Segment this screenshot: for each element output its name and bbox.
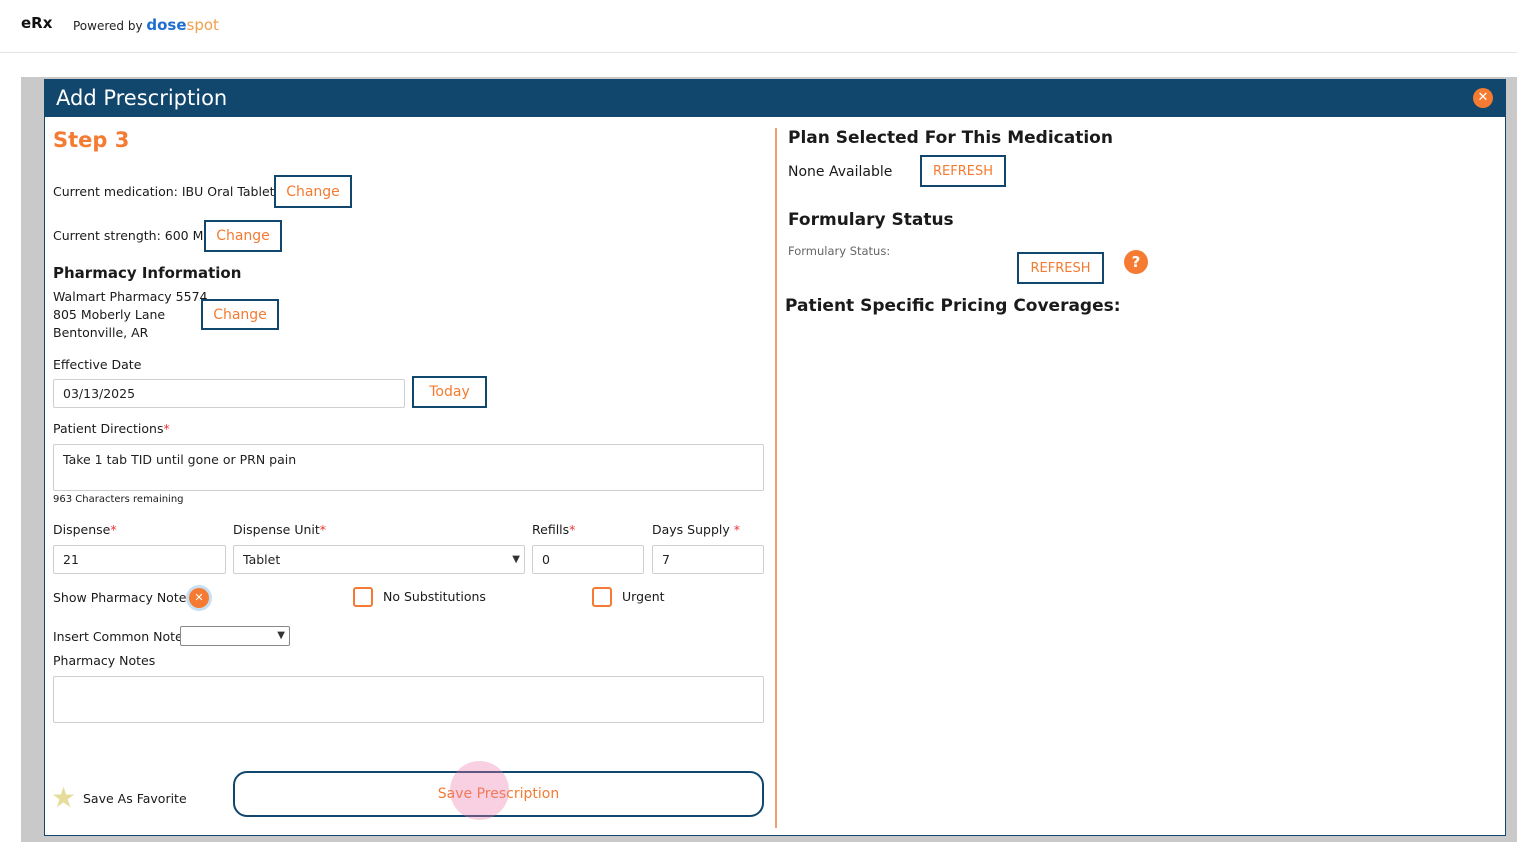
chars-remaining: 963 Characters remaining: [53, 494, 184, 505]
urgent-label: Urgent: [622, 589, 665, 604]
pharmacy-notes-textarea[interactable]: [53, 676, 764, 723]
pharmacy-info-heading: Pharmacy Information: [53, 264, 242, 282]
powered-by: Powered by dosespot: [73, 16, 219, 34]
add-prescription-modal: Add Prescription ✕ Step 3 Current medica…: [44, 79, 1506, 836]
current-strength: Current strength: 600 MG: [53, 228, 214, 243]
dispense-input[interactable]: 21: [53, 545, 226, 574]
refresh-plan-button[interactable]: REFRESH: [920, 155, 1006, 187]
column-divider: [775, 128, 777, 828]
star-icon[interactable]: ★: [51, 784, 76, 812]
directions-textarea[interactable]: Take 1 tab TID until gone or PRN pain: [53, 444, 764, 491]
pharmacy-notes-label: Pharmacy Notes: [53, 653, 156, 668]
dispense-unit-select[interactable]: Tablet ▼: [233, 545, 525, 574]
pricing-heading: Patient Specific Pricing Coverages:: [785, 296, 1121, 316]
plan-value: None Available: [788, 164, 893, 180]
pharmacy-street: 805 Moberly Lane: [53, 307, 166, 322]
pharmacy-city: Bentonville, AR: [53, 325, 149, 340]
directions-label: Patient Directions*: [53, 421, 170, 436]
app-brand: eRx: [21, 14, 53, 32]
pharmacy-name: Walmart Pharmacy 5574: [53, 289, 208, 304]
change-medication-button[interactable]: Change: [274, 175, 352, 208]
step-title: Step 3: [53, 128, 130, 152]
save-prescription-button[interactable]: Save Prescription: [233, 771, 764, 817]
urgent-checkbox[interactable]: [592, 587, 612, 607]
formulary-heading: Formulary Status: [788, 210, 954, 230]
days-supply-input[interactable]: 7: [652, 545, 764, 574]
help-icon[interactable]: ?: [1124, 250, 1148, 274]
dispense-label: Dispense*: [53, 522, 117, 537]
insert-note-label: Insert Common Note:: [53, 629, 187, 644]
show-notes-toggle[interactable]: ✕: [189, 588, 209, 608]
close-icon[interactable]: ✕: [1473, 88, 1493, 108]
powered-by-text: Powered by: [73, 19, 143, 33]
refills-label: Refills*: [532, 522, 576, 537]
save-favorite-label: Save As Favorite: [83, 791, 187, 806]
chevron-down-icon: ▼: [277, 630, 285, 641]
modal-title: Add Prescription: [56, 86, 228, 110]
effective-date-input[interactable]: 03/13/2025: [53, 379, 405, 408]
change-pharmacy-button[interactable]: Change: [201, 299, 279, 330]
chevron-down-icon: ▼: [512, 554, 520, 565]
no-substitutions-label: No Substitutions: [383, 589, 486, 604]
no-substitutions-checkbox[interactable]: [353, 587, 373, 607]
plan-heading: Plan Selected For This Medication: [788, 128, 1113, 148]
formulary-label: Formulary Status:: [788, 244, 891, 258]
top-bar: eRx Powered by dosespot: [0, 0, 1517, 53]
dispense-unit-label: Dispense Unit*: [233, 522, 327, 537]
refills-input[interactable]: 0: [532, 545, 644, 574]
insert-note-select[interactable]: ▼: [180, 626, 290, 646]
dosespot-logo: dosespot: [146, 16, 219, 34]
effective-date-label: Effective Date: [53, 357, 142, 372]
show-notes-label: Show Pharmacy Notes: [53, 590, 193, 605]
refresh-formulary-button[interactable]: REFRESH: [1017, 252, 1104, 284]
days-supply-label: Days Supply *: [652, 522, 740, 537]
change-strength-button[interactable]: Change: [204, 220, 282, 252]
today-button[interactable]: Today: [412, 376, 487, 408]
current-medication: Current medication: IBU Oral Tablet™: [53, 184, 288, 199]
modal-header: Add Prescription ✕: [45, 80, 1505, 117]
